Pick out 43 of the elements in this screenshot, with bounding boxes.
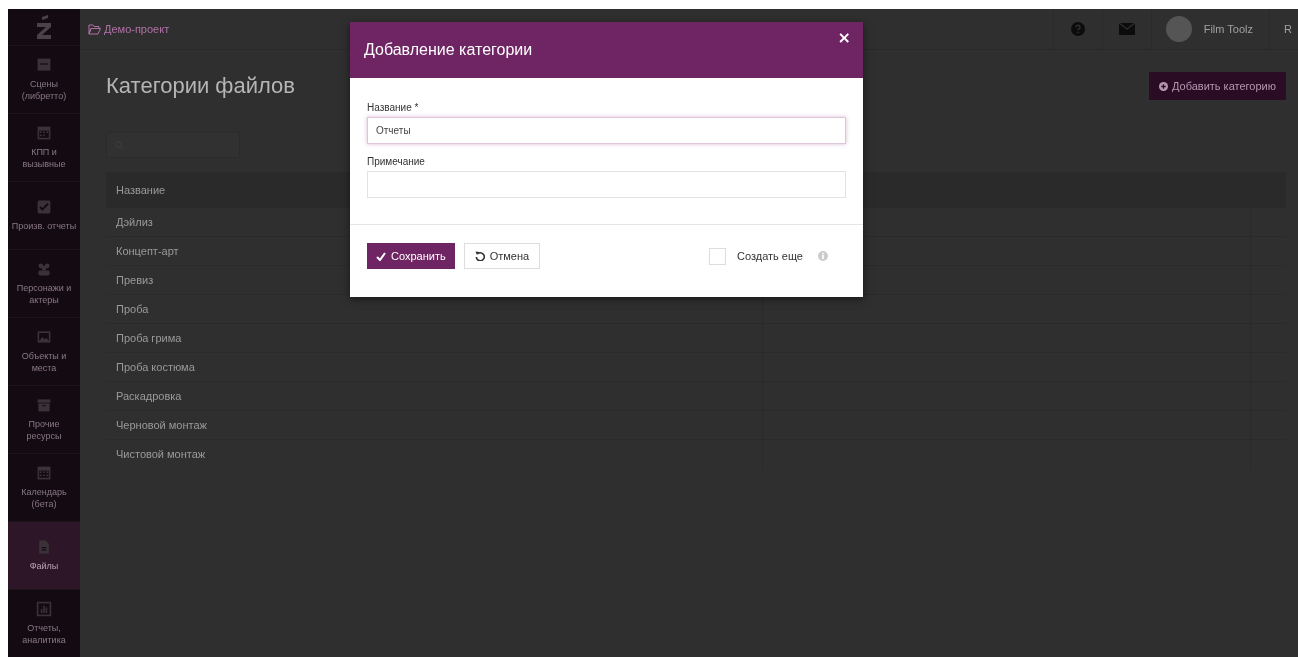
help-icon[interactable]	[1070, 22, 1085, 36]
table-cell: Раскадровка	[116, 390, 182, 402]
bar-chart-icon	[36, 600, 52, 617]
checkbox-label[interactable]: Создать еще	[736, 250, 803, 262]
avatar[interactable]	[1165, 16, 1192, 42]
table-cell: Проба костюма	[116, 361, 195, 373]
table-cell: Дэйлиз	[116, 216, 153, 228]
plus-circle-icon	[1158, 81, 1168, 91]
breadcrumb-link[interactable]: Демо-проект	[88, 23, 170, 35]
dialog-title: Добавление категории	[364, 41, 533, 59]
text-field[interactable]: Отчеты	[367, 117, 846, 144]
close-button[interactable]: ×	[833, 26, 855, 49]
mail-icon[interactable]	[1118, 23, 1135, 35]
check-icon	[376, 251, 386, 261]
cancel-button[interactable]: Отмена	[463, 243, 541, 269]
folder-icon	[88, 23, 101, 35]
calendar-icon	[36, 124, 52, 141]
checkbox-icon	[36, 198, 52, 215]
table-cell: Проба грима	[116, 332, 182, 344]
info-icon[interactable]	[818, 251, 828, 261]
page-title: Категории файлов	[106, 73, 295, 99]
add-category-button[interactable]: Добавить категорию	[1148, 72, 1286, 100]
table-cell: Чистовой монтаж	[116, 448, 206, 460]
save-button[interactable]: Сохранить	[367, 243, 455, 269]
undo-icon	[474, 251, 485, 261]
sidebar-item[interactable]: Файлы	[8, 521, 80, 589]
calendar-icon	[36, 464, 52, 481]
user-name[interactable]: Film Toolz	[1203, 23, 1253, 35]
table-cell: Превиз	[116, 274, 154, 286]
language-selector[interactable]: R	[1269, 9, 1298, 49]
field-label: Название *	[367, 102, 420, 113]
logo-icon[interactable]	[36, 15, 52, 39]
column-header[interactable]: Название	[116, 184, 166, 196]
archive-box-icon	[36, 396, 52, 413]
table-cell: Концепт-арт	[116, 245, 179, 257]
picture-icon	[36, 328, 52, 345]
field-label: Примечание	[367, 156, 426, 167]
people-icon	[36, 260, 52, 277]
document-icon	[36, 538, 52, 555]
text-field[interactable]	[367, 171, 846, 198]
checkbox[interactable]	[708, 247, 726, 265]
table-cell: Черновой монтаж	[116, 419, 207, 431]
table-cell: Проба	[116, 303, 149, 315]
